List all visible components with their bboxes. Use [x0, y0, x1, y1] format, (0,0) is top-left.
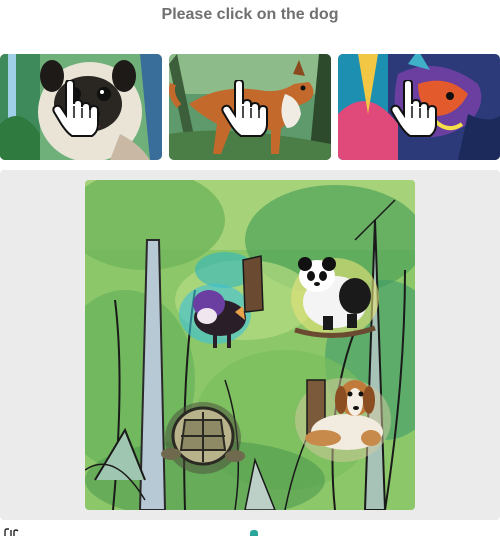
dog-figure[interactable] [295, 378, 391, 462]
pointer-hand-icon [52, 80, 99, 137]
challenge-image[interactable] [85, 180, 415, 510]
challenge-panel [0, 170, 500, 520]
example-image-running-dog [169, 54, 331, 160]
info-icon[interactable] [4, 528, 20, 536]
footer-bar [0, 522, 500, 536]
refresh-icon[interactable] [250, 530, 258, 536]
instruction-text: Please click on the dog [161, 6, 339, 23]
pointer-hand-icon [221, 80, 268, 137]
example-image-pug [0, 54, 162, 160]
example-strip [0, 54, 500, 160]
example-image-colorful-dog [338, 54, 500, 160]
pointer-hand-icon [390, 80, 437, 137]
forest-scene [85, 180, 415, 510]
